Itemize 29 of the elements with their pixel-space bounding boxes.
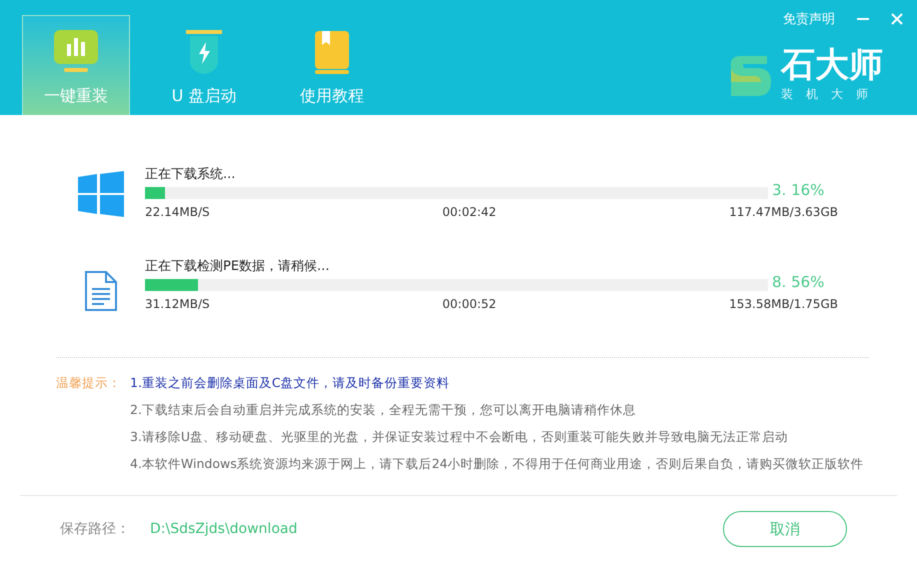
logo-subtitle: 装机大师: [781, 86, 882, 103]
save-path[interactable]: D:\SdsZjds\download: [150, 521, 723, 537]
tip-text: 2.下载结束后会自动重启并完成系统的安装，全程无需干预，您可以离开电脑请稍作休息: [130, 401, 637, 419]
shield-icon: [184, 28, 224, 76]
nav-tab[interactable]: 一键重装: [22, 15, 130, 115]
tips-label: 温馨提示：: [56, 374, 122, 392]
book-icon: [312, 28, 352, 76]
tip-text: 3.请移除U盘、移动硬盘、光驱里的光盘，并保证安装过程中不会断电，否则重装可能失败并导致电脑无法正常启动: [130, 428, 790, 446]
download-size: 117.47MB/3.63GB: [729, 205, 838, 219]
download-size: 153.58MB/1.75GB: [729, 297, 838, 311]
tip-text: 4.本软件Windows系统资源均来源于网上，请下载后24小时删除，不得用于任何商业用途，否则后果自负，请购买微软正版软件: [130, 455, 865, 473]
nav-tab[interactable]: 使用教程: [278, 15, 386, 115]
cancel-button[interactable]: 取消: [723, 511, 847, 547]
remaining-time: 00:02:42: [442, 205, 496, 219]
logo-title: 石大师: [781, 48, 883, 82]
remaining-time: 00:00:52: [442, 297, 496, 311]
windows-logo-icon: [78, 171, 124, 217]
progress-percent: 3. 16%: [772, 181, 824, 199]
download-title: 正在下载系统...: [145, 166, 236, 184]
tip-text: 1.重装之前会删除桌面及C盘文件，请及时备份重要资料: [130, 374, 451, 392]
download-speed: 22.14MB/S: [145, 205, 210, 219]
download-title: 正在下载检测PE数据，请稍候...: [145, 258, 330, 276]
document-icon: [84, 271, 118, 311]
disclaimer-link[interactable]: 免责声明: [783, 10, 835, 28]
close-icon[interactable]: [891, 13, 903, 25]
save-path-label: 保存路径：: [60, 520, 131, 538]
nav-tab[interactable]: U 盘启动: [150, 15, 258, 115]
download-speed: 31.12MB/S: [145, 297, 210, 311]
progress-percent: 8. 56%: [772, 273, 824, 291]
